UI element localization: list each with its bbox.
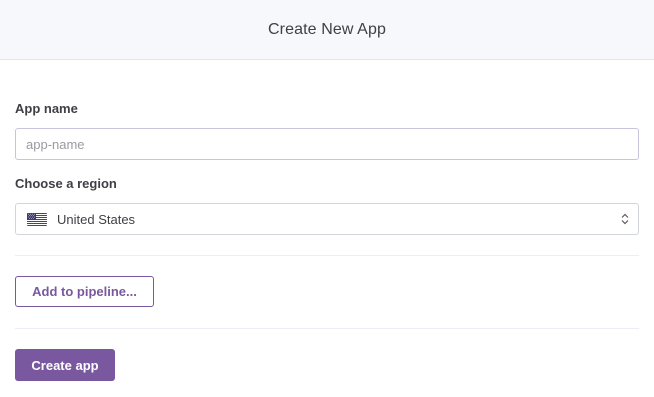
section-divider — [15, 328, 639, 329]
region-label: Choose a region — [15, 176, 117, 191]
app-name-input[interactable] — [15, 128, 639, 160]
chevron-updown-icon — [620, 212, 630, 226]
region-selected-value: United States — [57, 211, 136, 227]
page-title: Create New App — [268, 20, 386, 38]
app-name-label: App name — [15, 101, 78, 116]
page-header: Create New App — [0, 0, 654, 60]
add-to-pipeline-button[interactable]: Add to pipeline... — [15, 276, 154, 307]
us-flag-icon — [27, 212, 47, 226]
section-divider — [15, 255, 639, 256]
region-select[interactable]: United States — [15, 203, 639, 235]
create-app-button[interactable]: Create app — [15, 349, 115, 381]
